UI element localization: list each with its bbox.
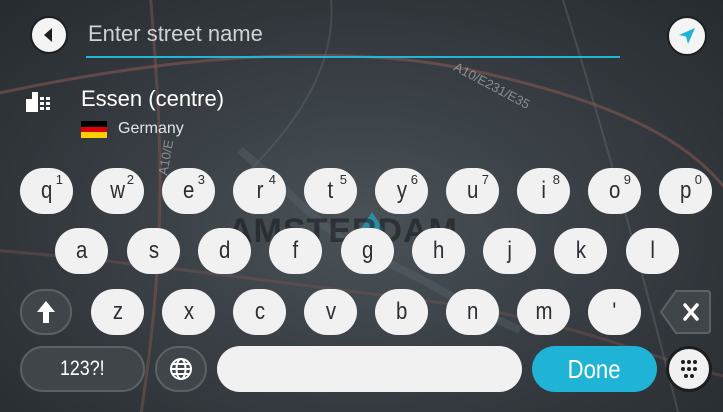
key-w[interactable]: w2	[91, 168, 144, 214]
key-hint: 8	[552, 172, 560, 187]
key-x[interactable]: x	[162, 289, 215, 335]
key-v[interactable]: v	[304, 289, 357, 335]
space-key[interactable]	[217, 346, 522, 392]
key-label: t	[327, 177, 334, 204]
key-label: q	[40, 177, 53, 204]
key-y[interactable]: y6	[375, 168, 428, 214]
key-hint: 9	[623, 172, 631, 187]
key-j[interactable]: j	[483, 228, 536, 274]
key-d[interactable]: d	[198, 228, 251, 274]
key-hint: 5	[339, 172, 347, 187]
key-g[interactable]: g	[341, 228, 394, 274]
key-hint: 0	[694, 172, 702, 187]
key-hint: 4	[268, 172, 276, 187]
key-hint: 3	[197, 172, 205, 187]
numbers-symbols-key[interactable]: 123?!	[20, 346, 145, 392]
key-label: x	[183, 298, 194, 325]
navigate-button[interactable]	[667, 16, 707, 56]
key-k[interactable]: k	[554, 228, 607, 274]
key-label: v	[325, 298, 336, 325]
key-label: r	[256, 177, 263, 204]
keyboard-dots-icon	[681, 360, 697, 378]
suggestion-country: Germany	[118, 120, 184, 137]
key-b[interactable]: b	[375, 289, 428, 335]
key-i[interactable]: i8	[517, 168, 570, 214]
key-label: p	[679, 177, 692, 204]
key-a[interactable]: a	[55, 228, 108, 274]
key-t[interactable]: t5	[304, 168, 357, 214]
backspace-key[interactable]	[659, 289, 711, 335]
key-label: a	[75, 237, 88, 264]
key-label: n	[466, 298, 479, 325]
key-z[interactable]: z	[91, 289, 144, 335]
key-label: e	[182, 177, 195, 204]
done-button[interactable]: Done	[532, 346, 657, 392]
germany-flag-icon	[81, 121, 107, 138]
key-r[interactable]: r4	[233, 168, 286, 214]
globe-icon	[170, 358, 192, 380]
key-label: o	[608, 177, 621, 204]
keyboard-options-key[interactable]	[666, 346, 712, 392]
suggestion-title: Essen (centre)	[81, 86, 225, 111]
key-label: k	[575, 237, 586, 264]
back-button[interactable]	[30, 16, 68, 54]
key-label: s	[148, 237, 159, 264]
key-label: z	[112, 298, 123, 325]
key-n[interactable]: n	[446, 289, 499, 335]
language-key[interactable]	[155, 346, 207, 392]
done-label: Done	[568, 353, 621, 384]
key-q[interactable]: q1	[20, 168, 73, 214]
key-label: y	[396, 177, 407, 204]
numbers-symbols-label: 123?!	[60, 357, 105, 380]
key-u[interactable]: u7	[446, 168, 499, 214]
search-bar	[0, 0, 723, 80]
key-l[interactable]: l	[626, 228, 679, 274]
key-label: u	[466, 177, 479, 204]
key-label: f	[292, 237, 299, 264]
navigation-arrow-icon	[679, 28, 695, 44]
key-label: l	[650, 237, 655, 264]
key-p[interactable]: p0	[659, 168, 712, 214]
key-hint: 6	[410, 172, 418, 187]
key-label: m	[535, 298, 552, 325]
back-arrow-icon	[44, 28, 52, 42]
key-label: b	[395, 298, 408, 325]
key-label: h	[432, 237, 445, 264]
shift-key[interactable]	[20, 289, 72, 335]
key-label: g	[361, 237, 374, 264]
key-e[interactable]: e3	[162, 168, 215, 214]
key-o[interactable]: o9	[588, 168, 641, 214]
key-c[interactable]: c	[233, 289, 286, 335]
key-label: i	[541, 177, 546, 204]
key-label: w	[110, 177, 125, 204]
key-m[interactable]: m	[517, 289, 570, 335]
search-suggestion[interactable]: Essen (centre) Germany	[24, 80, 584, 150]
key-hint: 7	[481, 172, 489, 187]
shift-arrow-icon	[37, 301, 55, 323]
street-search-input[interactable]	[86, 18, 620, 58]
key-h[interactable]: h	[412, 228, 465, 274]
key-hint: 1	[55, 172, 63, 187]
key-apostrophe[interactable]: '	[588, 289, 641, 335]
key-f[interactable]: f	[269, 228, 322, 274]
key-label: j	[507, 237, 512, 264]
key-label: c	[254, 298, 265, 325]
key-label: '	[612, 298, 617, 325]
city-centre-icon	[26, 92, 50, 112]
key-hint: 2	[126, 172, 134, 187]
key-s[interactable]: s	[127, 228, 180, 274]
backspace-icon	[659, 290, 711, 334]
key-label: d	[218, 237, 231, 264]
